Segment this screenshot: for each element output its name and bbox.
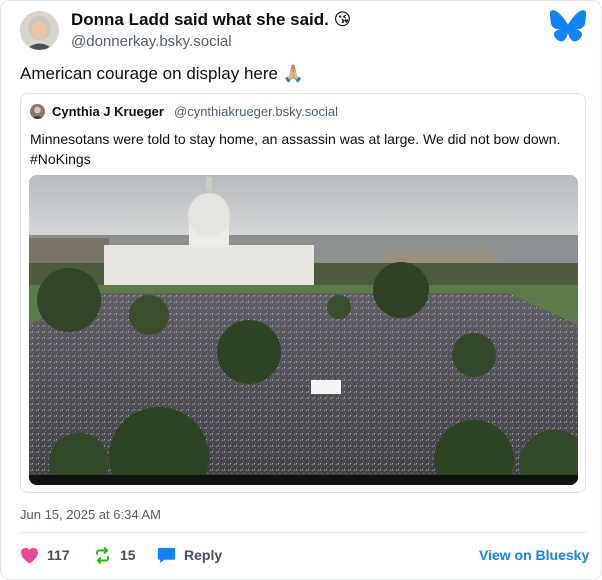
like-count: 117 bbox=[47, 547, 70, 563]
repost-count: 15 bbox=[120, 547, 136, 563]
quoted-post-text: Minnesotans were told to stay home, an a… bbox=[30, 131, 561, 167]
quoted-author-name[interactable]: Cynthia J Krueger bbox=[52, 104, 164, 119]
like-button[interactable]: 117 bbox=[20, 545, 70, 565]
reply-button[interactable]: Reply bbox=[157, 545, 222, 565]
author-name[interactable]: Donna Ladd said what she said. 😘 bbox=[71, 10, 351, 30]
quoted-post[interactable]: Cynthia J Krueger @cynthiakrueger.bsky.s… bbox=[20, 93, 586, 493]
repost-icon bbox=[96, 546, 109, 564]
bluesky-butterfly-icon[interactable] bbox=[550, 10, 586, 42]
post-timestamp[interactable]: Jun 15, 2025 at 6:34 AM bbox=[20, 507, 161, 522]
divider bbox=[20, 532, 586, 533]
heart-icon bbox=[21, 547, 38, 564]
quoted-author-handle[interactable]: @cynthiakrueger.bsky.social bbox=[174, 104, 338, 119]
post-card: Donna Ladd said what she said. 😘 @donner… bbox=[0, 0, 602, 580]
repost-button[interactable]: 15 bbox=[93, 545, 136, 565]
author-handle[interactable]: @donnerkay.bsky.social bbox=[71, 33, 232, 50]
quoted-author-avatar[interactable] bbox=[30, 104, 45, 119]
view-on-bluesky-link[interactable]: View on Bluesky bbox=[479, 547, 589, 563]
post-text: American courage on display here 🙏🏼 bbox=[20, 64, 304, 83]
author-avatar[interactable] bbox=[20, 11, 59, 50]
reply-label: Reply bbox=[184, 547, 223, 563]
rally-crowd-image[interactable] bbox=[29, 175, 578, 485]
reply-bubble-icon bbox=[157, 547, 176, 563]
